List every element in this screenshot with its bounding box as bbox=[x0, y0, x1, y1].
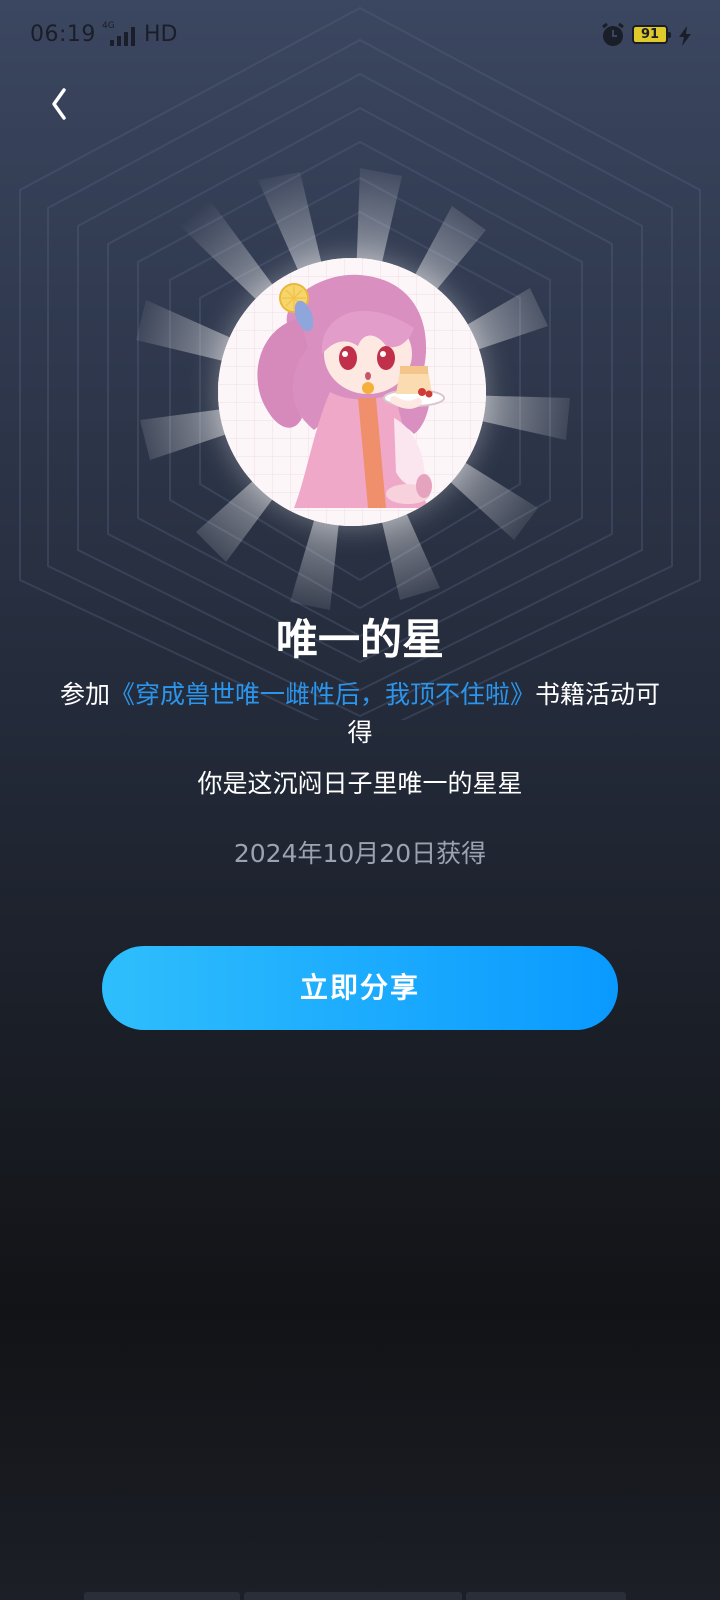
status-time: 06:19 bbox=[30, 22, 96, 47]
hd-label: HD bbox=[144, 22, 178, 47]
share-button[interactable]: 立即分享 bbox=[102, 946, 618, 1030]
badge-avatar bbox=[218, 258, 486, 526]
desc-prefix: 参加 bbox=[59, 680, 110, 709]
alarm-icon bbox=[602, 22, 624, 46]
back-button[interactable] bbox=[36, 78, 88, 130]
badge-description: 参加《穿成兽世唯一雌性后，我顶不住啦》书籍活动可得 bbox=[56, 676, 664, 752]
battery-icon: 91 bbox=[632, 25, 671, 44]
badge-quote: 你是这沉闷日子里唯一的星星 bbox=[197, 769, 523, 798]
status-bar: 06:19 4G HD 91 bbox=[0, 0, 720, 72]
charging-icon bbox=[679, 26, 691, 46]
bottom-tab-strip bbox=[84, 1592, 638, 1600]
badge-title: 唯一的星 bbox=[275, 615, 444, 664]
chevron-left-icon bbox=[52, 88, 66, 120]
signal-icon: 4G bbox=[102, 22, 142, 48]
battery-level: 91 bbox=[640, 27, 660, 42]
obtained-date: 2024年10月20日获得 bbox=[233, 839, 487, 868]
book-title-link[interactable]: 《穿成兽世唯一雌性后，我顶不住啦》 bbox=[110, 680, 535, 709]
anime-girl-illustration bbox=[218, 258, 486, 526]
